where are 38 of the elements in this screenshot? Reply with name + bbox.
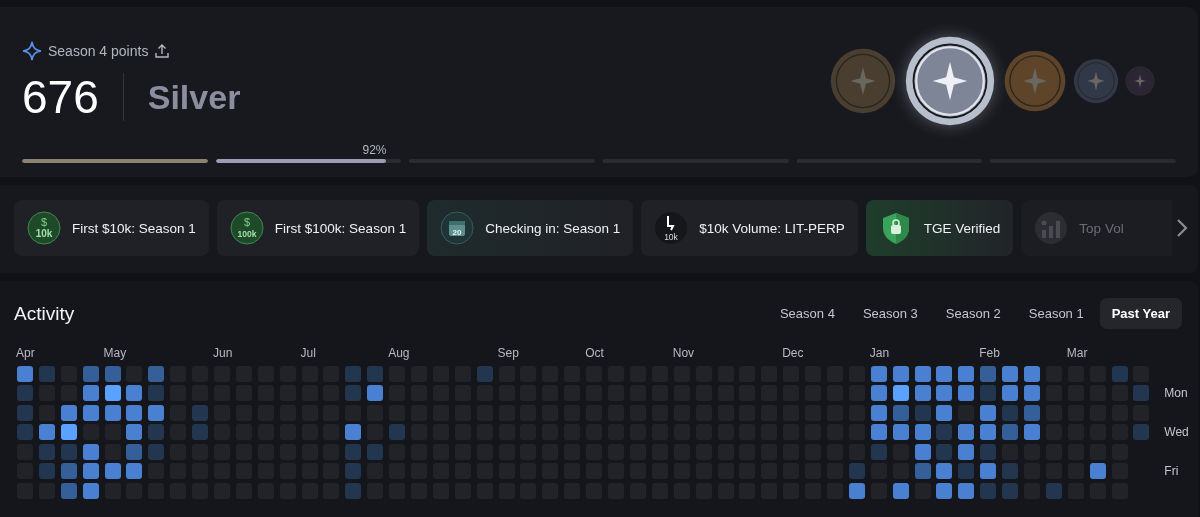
calendar-icon: 20 — [439, 210, 476, 246]
sparkle-icon — [22, 41, 42, 61]
points-value: 676 — [22, 74, 99, 120]
season-tab[interactable]: Season 3 — [850, 298, 930, 329]
season-tab[interactable]: Season 1 — [1016, 298, 1096, 329]
achievement-card[interactable]: TGE Verified — [865, 200, 1014, 256]
points-label: Season 4 points — [48, 43, 149, 59]
month-label: Mar — [1066, 346, 1089, 360]
achievement-card[interactable]: 20 Checking in: Season 1 — [427, 200, 634, 256]
month-label: Apr — [16, 346, 36, 360]
season-tab[interactable]: Season 2 — [933, 298, 1013, 329]
month-label: May — [103, 346, 128, 360]
month-label: Dec — [782, 346, 805, 360]
coin-icon: $ 100k — [228, 210, 265, 246]
achievement-card[interactable]: 10k $10k Volume: LIT-PERP — [641, 200, 858, 256]
weekday-label: Wed — [1164, 425, 1190, 439]
section-title: Activity — [14, 302, 75, 325]
season-tab[interactable]: Past Year — [1099, 298, 1182, 329]
achievement-card[interactable]: $ 100k First $100k: Season 1 — [216, 200, 420, 256]
month-label: Aug — [388, 346, 411, 360]
season-tab[interactable]: Season 4 — [767, 298, 847, 329]
month-label: Feb — [979, 346, 1001, 360]
tier-name: Silver — [147, 77, 241, 117]
achievement-card[interactable]: $ 10k First $10k: Season 1 — [14, 200, 209, 256]
month-label: Jul — [300, 346, 317, 360]
weekday-label: Fri — [1164, 464, 1180, 478]
coin-icon: 10k — [653, 210, 690, 246]
month-label: Jan — [869, 346, 891, 360]
weekday-label: Mon — [1164, 386, 1189, 400]
progress-percent: 92% — [362, 143, 387, 157]
bar-chart-icon — [1033, 210, 1070, 246]
coin-icon: $ 10k — [26, 210, 62, 246]
chevron-right-icon[interactable] — [1176, 218, 1188, 238]
month-label: Jun — [213, 346, 234, 360]
month-label: Oct — [585, 346, 605, 360]
month-label: Nov — [672, 346, 696, 360]
share-icon[interactable] — [154, 43, 171, 59]
month-label: Sep — [497, 346, 520, 360]
